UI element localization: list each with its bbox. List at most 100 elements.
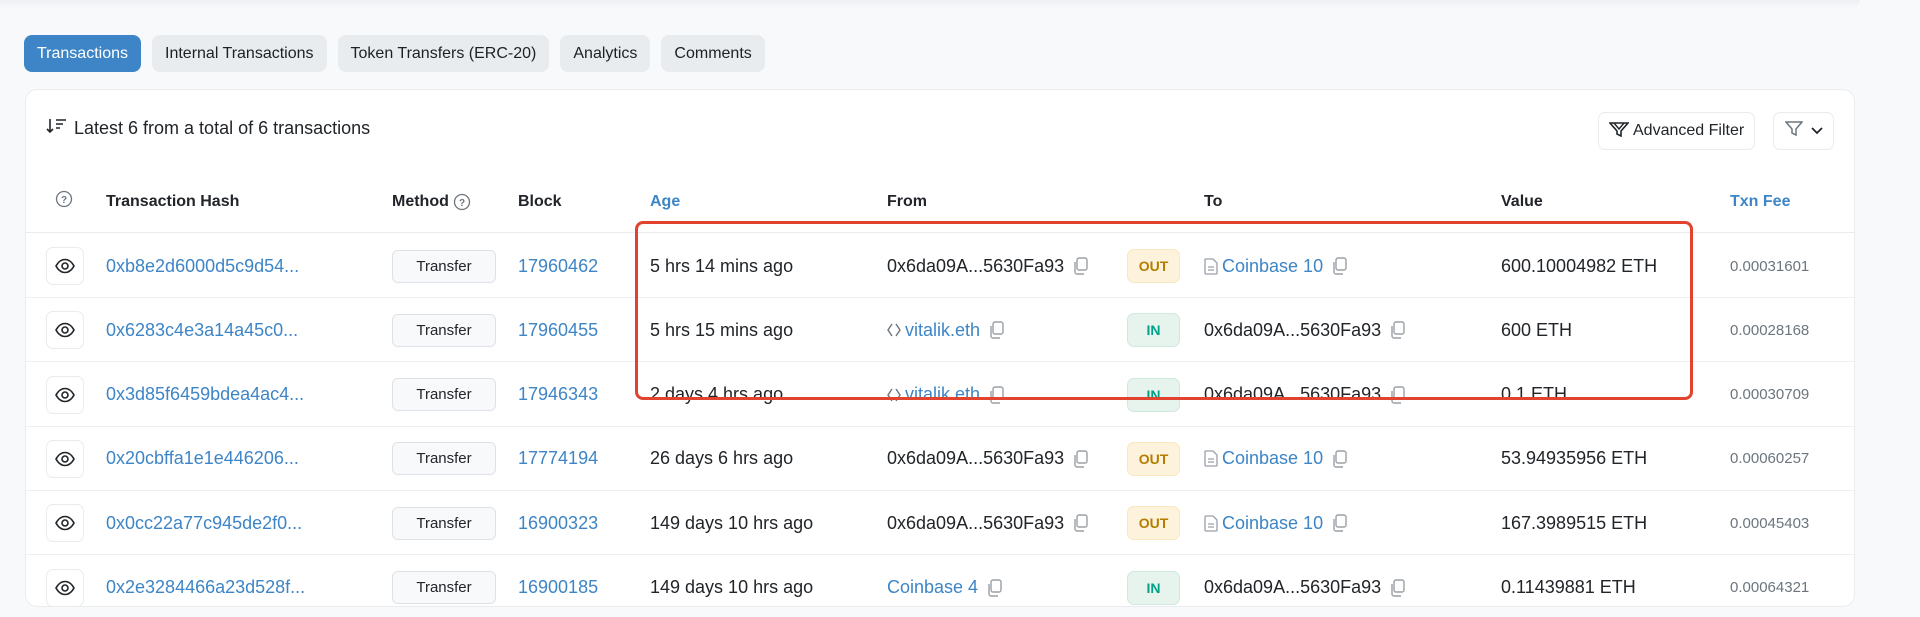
transaction-hash-link[interactable]: 0x6283c4e3a14a45c0... — [106, 320, 298, 341]
advanced-filter-button[interactable]: Advanced Filter — [1598, 112, 1756, 150]
age-text: 5 hrs 14 mins ago — [650, 255, 794, 276]
copy-icon[interactable] — [988, 321, 1005, 339]
sort-descending-icon — [46, 117, 74, 140]
method-badge: Transfer — [392, 313, 496, 347]
to-address: 0x6da09A...5630Fa93 — [1204, 577, 1382, 597]
direction-badge: IN — [1127, 570, 1180, 605]
copy-icon[interactable] — [1331, 450, 1348, 468]
from-address: 0x6da09A...5630Fa93 — [887, 448, 1065, 469]
copy-icon[interactable] — [1072, 257, 1089, 275]
eye-icon — [55, 258, 75, 274]
age-text: 2 days 4 hrs ago — [650, 384, 784, 405]
contract-icon — [1204, 257, 1218, 275]
to-address: 0x6da09A...5630Fa93 — [1204, 319, 1382, 340]
copy-icon[interactable] — [1072, 514, 1089, 532]
to-address[interactable]: Coinbase 10 — [1222, 448, 1323, 469]
transaction-hash-link[interactable]: 0x3d85f6459bdea4ac4... — [106, 384, 304, 405]
eye-icon — [55, 515, 75, 531]
value-text: 0.1 ETH — [1501, 384, 1568, 405]
value-text: 0.11439881 ETH — [1501, 577, 1636, 597]
filter-dropdown-button[interactable] — [1773, 112, 1834, 150]
transaction-hash-link[interactable]: 0x0cc22a77c945de2f0... — [106, 513, 302, 534]
txn-fee-text: 0.00028168 — [1730, 321, 1810, 339]
block-link[interactable]: 17960462 — [518, 256, 598, 277]
tab-bar: Transactions Internal Transactions Token… — [24, 35, 765, 72]
age-text: 149 days 10 hrs ago — [650, 512, 814, 533]
view-details-button[interactable] — [46, 568, 84, 607]
copy-icon[interactable] — [1331, 257, 1348, 275]
eye-icon — [55, 387, 75, 403]
advanced-filter-icon — [1608, 121, 1633, 142]
header-transaction-hash: Transaction Hash — [106, 192, 240, 210]
tab-analytics[interactable]: Analytics — [560, 35, 651, 72]
table-row: 0x0cc22a77c945de2f0... Transfer 16900323 14… — [26, 491, 1854, 556]
tab-transactions[interactable]: Transactions — [24, 35, 141, 72]
eye-icon — [55, 322, 75, 338]
copy-icon[interactable] — [1331, 514, 1348, 532]
table-row: 0x2e3284466a23d528f... Transfer 16900185 14… — [26, 556, 1854, 617]
top-card-shadow — [0, 0, 1860, 10]
svg-text:?: ? — [459, 198, 465, 209]
direction-badge: OUT — [1127, 249, 1180, 283]
transaction-hash-link[interactable]: 0xb8e2d6000d5c9d54... — [106, 256, 299, 277]
help-icon[interactable]: ? — [55, 190, 73, 213]
block-link[interactable]: 17946343 — [518, 384, 598, 405]
summary-text: Latest 6 from a total of 6 transactions — [74, 118, 371, 138]
method-badge: Transfer — [392, 378, 496, 412]
header-method: Method ? — [392, 170, 471, 233]
table-row: 0x6283c4e3a14a45c0... Transfer 17960455 5 h… — [26, 298, 1854, 363]
transaction-hash-link[interactable]: 0x2e3284466a23d528f... — [106, 577, 305, 598]
copy-icon[interactable] — [986, 578, 1003, 597]
method-badge: Transfer — [392, 442, 496, 476]
header-to: To — [1204, 192, 1223, 210]
copy-icon[interactable] — [1389, 321, 1406, 339]
header-age[interactable]: Age — [650, 170, 680, 233]
tab-comments[interactable]: Comments — [661, 35, 765, 72]
view-details-button[interactable] — [46, 504, 84, 543]
age-text: 5 hrs 15 mins ago — [650, 319, 794, 340]
transactions-card: Latest 6 from a total of 6 transactions … — [25, 89, 1855, 607]
to-address[interactable]: Coinbase 10 — [1222, 513, 1323, 534]
block-link[interactable]: 17774194 — [518, 448, 598, 469]
copy-icon[interactable] — [1072, 450, 1089, 468]
header-method-label: Method — [392, 192, 449, 210]
txn-fee-text: 0.00060257 — [1730, 450, 1810, 468]
copy-icon[interactable] — [1389, 578, 1406, 597]
block-link[interactable]: 17960455 — [518, 320, 598, 341]
value-text: 600.10004982 ETH — [1501, 255, 1658, 276]
from-address: 0x6da09A...5630Fa93 — [887, 512, 1065, 533]
view-details-button[interactable] — [46, 439, 84, 478]
summary: Latest 6 from a total of 6 transactions — [46, 117, 370, 140]
view-details-button[interactable] — [46, 247, 84, 285]
from-address[interactable]: vitalik.eth — [905, 320, 980, 341]
value-text: 53.94935956 ETH — [1501, 448, 1648, 469]
info-column-header[interactable]: ? — [55, 170, 73, 233]
block-link[interactable]: 16900323 — [518, 513, 598, 534]
block-link[interactable]: 16900185 — [518, 577, 598, 598]
age-text: 149 days 10 hrs ago — [650, 577, 814, 597]
svg-text:?: ? — [61, 195, 67, 206]
ens-icon — [887, 387, 901, 403]
txn-fee-text: 0.00030709 — [1730, 386, 1810, 404]
direction-badge: OUT — [1127, 506, 1180, 541]
copy-icon[interactable] — [988, 385, 1005, 404]
help-icon[interactable]: ? — [453, 193, 471, 211]
table-row: 0xb8e2d6000d5c9d54... Transfer 17960462 5 h… — [26, 234, 1854, 298]
view-details-button[interactable] — [46, 311, 84, 350]
value-text: 600 ETH — [1501, 319, 1573, 340]
tab-internal-transactions[interactable]: Internal Transactions — [152, 35, 327, 72]
transaction-hash-link[interactable]: 0x20cbffa1e1e446206... — [106, 448, 299, 469]
eye-icon — [55, 451, 75, 467]
age-text: 26 days 6 hrs ago — [650, 448, 794, 469]
method-badge: Transfer — [392, 249, 496, 283]
table-row: 0x20cbffa1e1e446206... Transfer 17774194 26… — [26, 427, 1854, 491]
copy-icon[interactable] — [1389, 385, 1406, 404]
to-address[interactable]: Coinbase 10 — [1222, 256, 1323, 277]
contract-icon — [1204, 515, 1218, 532]
header-txn-fee[interactable]: Txn Fee — [1730, 170, 1790, 233]
view-details-button[interactable] — [46, 375, 84, 414]
txn-fee-text: 0.00064321 — [1730, 579, 1810, 596]
from-address[interactable]: vitalik.eth — [905, 384, 980, 405]
tab-token-transfers[interactable]: Token Transfers (ERC-20) — [337, 35, 550, 72]
from-address[interactable]: Coinbase 4 — [887, 577, 978, 598]
